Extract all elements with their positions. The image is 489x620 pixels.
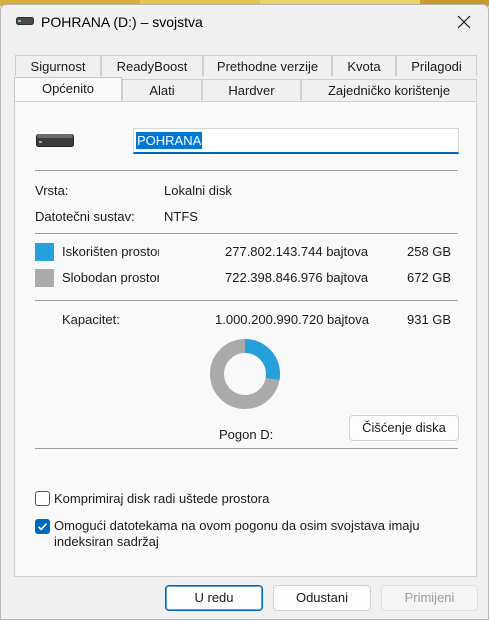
general-tab-panel: POHRANA Vrsta: Lokalni disk Datotečni su…: [14, 101, 477, 577]
compress-checkbox[interactable]: [35, 491, 50, 506]
tab-zajednicko-koristenje[interactable]: Zajedničko korištenje: [301, 79, 477, 100]
tab-readyboost[interactable]: ReadyBoost: [101, 55, 203, 76]
index-label-line2[interactable]: indeksiran sadržaj: [54, 534, 159, 549]
free-space-swatch: [35, 269, 54, 287]
index-label-line1[interactable]: Omogući datotekama na ovom pogonu da osi…: [54, 518, 420, 533]
drive-name-value: POHRANA: [136, 132, 203, 149]
tab-hardver[interactable]: Hardver: [202, 79, 301, 100]
ok-button[interactable]: U redu: [165, 585, 263, 611]
index-checkbox[interactable]: [35, 519, 50, 534]
compress-label[interactable]: Komprimiraj disk radi uštede prostora: [54, 491, 269, 506]
free-space-label: Slobodan prostor:: [62, 270, 159, 285]
checkmark-icon: [37, 523, 48, 531]
cancel-button[interactable]: Odustani: [273, 585, 371, 611]
drive-icon: [36, 134, 74, 147]
type-label: Vrsta:: [35, 183, 69, 198]
divider: [35, 170, 458, 171]
capacity-bytes: 1.000.200.990.720 bajtova: [215, 312, 369, 327]
divider: [35, 448, 458, 449]
tab-alati[interactable]: Alati: [122, 79, 202, 100]
used-space-swatch: [35, 243, 54, 261]
tab-prilagodi[interactable]: Prilagodi: [396, 55, 477, 76]
title-bar: POHRANA (D:) – svojstva: [1, 5, 488, 39]
tab-sigurnost[interactable]: Sigurnost: [15, 55, 101, 76]
used-space-bytes: 277.802.143.744 bajtova: [225, 244, 369, 259]
used-space-label: Iskorišten prostor:: [62, 244, 159, 259]
window-title: POHRANA (D:) – svojstva: [41, 14, 203, 30]
free-space-bytes: 722.398.846.976 bajtova: [225, 270, 369, 285]
capacity-label: Kapacitet:: [62, 312, 120, 327]
tab-kvota[interactable]: Kvota: [332, 55, 396, 76]
drive-icon: [16, 17, 34, 25]
divider: [35, 233, 458, 234]
drive-name-input[interactable]: POHRANA: [133, 128, 459, 154]
filesystem-label: Datotečni sustav:: [35, 209, 135, 224]
usage-donut-chart: [210, 339, 280, 409]
tab-opcenito[interactable]: Općenito: [14, 77, 122, 101]
close-icon: [457, 15, 471, 29]
used-space-size: 258 GB: [407, 244, 452, 259]
apply-button[interactable]: Primijeni: [381, 585, 478, 611]
drive-label: Pogon D:: [219, 427, 274, 442]
disk-cleanup-button[interactable]: Čišćenje diska: [349, 415, 459, 441]
filesystem-value: NTFS: [164, 209, 198, 224]
divider: [35, 300, 458, 301]
capacity-size: 931 GB: [407, 312, 452, 327]
tab-prethodne-verzije[interactable]: Prethodne verzije: [203, 55, 332, 76]
close-button[interactable]: [441, 7, 487, 37]
properties-dialog: POHRANA (D:) – svojstva Sigurnost ReadyB…: [0, 4, 489, 620]
type-value: Lokalni disk: [164, 183, 232, 198]
free-space-size: 672 GB: [407, 270, 452, 285]
